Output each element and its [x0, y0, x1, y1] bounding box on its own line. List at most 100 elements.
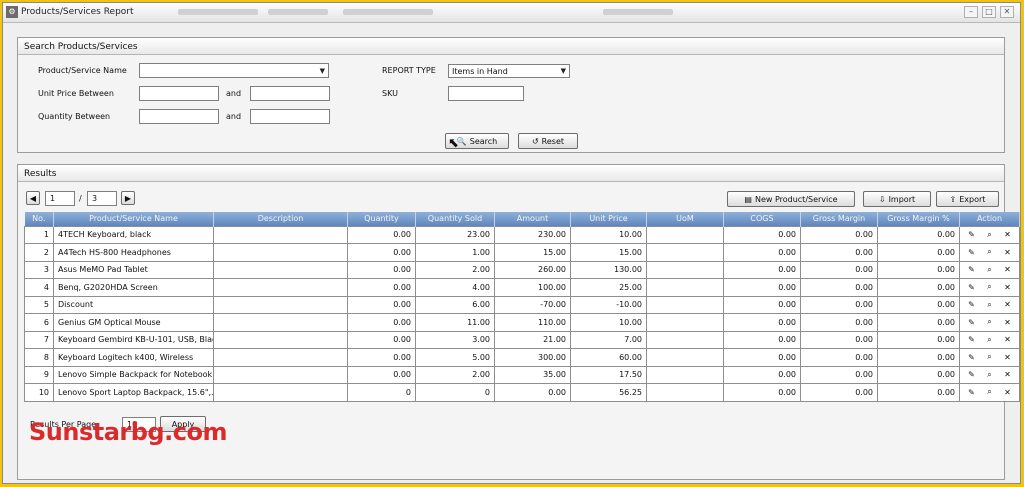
report-type-select[interactable]: Items in Hand ▼ — [448, 64, 570, 78]
cell-gross-margin: 0.00 — [800, 365, 878, 384]
delete-icon[interactable]: ✕ — [1004, 318, 1011, 327]
cell-amount: 21.00 — [494, 330, 571, 349]
cell-gross-margin-pct: 0.00 — [877, 365, 960, 384]
sku-input[interactable] — [448, 86, 524, 101]
minimize-icon[interactable]: – — [964, 6, 978, 18]
column-header[interactable]: Amount — [494, 212, 571, 226]
edit-icon[interactable]: ✎ — [968, 248, 975, 257]
table-row[interactable]: 3 Asus MeMO Pad Tablet 0.00 2.00 260.00 130.0… — [24, 260, 1020, 279]
cell-description — [213, 243, 348, 262]
title-bar-blur — [178, 9, 258, 15]
column-header[interactable]: Product/Service Name — [53, 212, 214, 226]
table-row[interactable]: 1 4TECH Keyboard, black 0.00 23.00 230.00 10.… — [24, 225, 1020, 244]
edit-icon[interactable]: ✎ — [968, 335, 975, 344]
table-row[interactable]: 5 Discount 0.00 6.00 -70.00 -10.00 0.00 0.00 0.0… — [24, 295, 1020, 314]
table-row[interactable]: 9 Lenovo Simple Backpack for Notebook ...… — [24, 365, 1020, 384]
delete-icon[interactable]: ✕ — [1004, 335, 1011, 344]
unit-price-to-input[interactable] — [250, 86, 330, 101]
quantity-to-input[interactable] — [250, 109, 330, 124]
column-header[interactable]: Quantity — [347, 212, 416, 226]
cell-cogs: 0.00 — [723, 348, 801, 367]
column-header[interactable]: Unit Price — [570, 212, 647, 226]
view-icon[interactable]: ⌕ — [987, 265, 991, 275]
table-row[interactable]: 10 Lenovo Sport Laptop Backpack, 15.6",..… — [24, 383, 1020, 402]
view-icon[interactable]: ⌕ — [987, 335, 991, 345]
edit-icon[interactable]: ✎ — [968, 370, 975, 379]
cell-description — [213, 348, 348, 367]
row-actions: ✎ ⌕ ✕ — [962, 247, 1017, 257]
view-icon[interactable]: ⌕ — [987, 370, 991, 380]
table-row[interactable]: 6 Genius GM Optical Mouse 0.00 11.00 110.00 1… — [24, 313, 1020, 332]
row-actions: ✎ ⌕ ✕ — [962, 317, 1017, 327]
view-icon[interactable]: ⌕ — [987, 282, 991, 292]
reset-button-label: Reset — [541, 136, 565, 146]
close-icon[interactable]: ✕ — [1000, 6, 1014, 18]
edit-icon[interactable]: ✎ — [968, 388, 975, 397]
cell-action: ✎ ⌕ ✕ — [959, 243, 1020, 262]
reset-button[interactable]: ↺ Reset — [518, 133, 578, 149]
delete-icon[interactable]: ✕ — [1004, 248, 1011, 257]
cell-quantity-sold: 5.00 — [415, 348, 495, 367]
cell-description — [213, 225, 348, 244]
column-header[interactable]: Quantity Sold — [415, 212, 495, 226]
delete-icon[interactable]: ✕ — [1004, 230, 1011, 239]
quantity-and-label: and — [226, 112, 242, 121]
cell-gross-margin: 0.00 — [800, 278, 878, 297]
cell-amount: -70.00 — [494, 295, 571, 314]
unit-price-label: Unit Price Between — [38, 89, 114, 98]
table-row[interactable]: 7 Keyboard Gembird KB-U-101, USB, Black 0.… — [24, 330, 1020, 349]
column-header[interactable]: UoM — [646, 212, 724, 226]
delete-icon[interactable]: ✕ — [1004, 300, 1011, 309]
delete-icon[interactable]: ✕ — [1004, 353, 1011, 362]
edit-icon[interactable]: ✎ — [968, 353, 975, 362]
delete-icon[interactable]: ✕ — [1004, 388, 1011, 397]
column-header[interactable]: Gross Margin — [800, 212, 878, 226]
cell-uom — [646, 295, 724, 314]
cell-gross-margin-pct: 0.00 — [877, 313, 960, 332]
edit-icon[interactable]: ✎ — [968, 265, 975, 274]
cell-gross-margin-pct: 0.00 — [877, 295, 960, 314]
cell-no: 3 — [24, 260, 54, 279]
edit-icon[interactable]: ✎ — [968, 283, 975, 292]
cell-description — [213, 260, 348, 279]
delete-icon[interactable]: ✕ — [1004, 283, 1011, 292]
cell-quantity: 0.00 — [347, 313, 416, 332]
delete-icon[interactable]: ✕ — [1004, 370, 1011, 379]
cell-cogs: 0.00 — [723, 313, 801, 332]
edit-icon[interactable]: ✎ — [968, 230, 975, 239]
new-product-button[interactable]: ▤ New Product/Service — [727, 191, 855, 207]
export-button[interactable]: ⇪ Export — [936, 191, 999, 207]
view-icon[interactable]: ⌕ — [987, 300, 991, 310]
arrow-right-icon: ▶ — [124, 193, 132, 203]
column-header[interactable]: No. — [24, 212, 54, 226]
delete-icon[interactable]: ✕ — [1004, 265, 1011, 274]
view-icon[interactable]: ⌕ — [987, 352, 991, 362]
prev-page-button[interactable]: ◀ — [26, 191, 40, 205]
table-row[interactable]: 2 A4Tech HS-800 Headphones 0.00 1.00 15.00 15… — [24, 243, 1020, 262]
cell-gross-margin: 0.00 — [800, 260, 878, 279]
search-button-label: Search — [469, 136, 498, 146]
edit-icon[interactable]: ✎ — [968, 300, 975, 309]
product-name-select[interactable]: ▼ — [139, 63, 329, 78]
view-icon[interactable]: ⌕ — [987, 247, 991, 257]
unit-price-from-input[interactable] — [139, 86, 219, 101]
import-button[interactable]: ⇩ Import — [863, 191, 931, 207]
column-header[interactable]: Description — [213, 212, 348, 226]
edit-icon[interactable]: ✎ — [968, 318, 975, 327]
column-header[interactable]: Gross Margin % — [877, 212, 960, 226]
view-icon[interactable]: ⌕ — [987, 387, 991, 397]
window-title: Products/Services Report — [21, 7, 134, 17]
cell-amount: 0.00 — [494, 383, 571, 402]
cell-action: ✎ ⌕ ✕ — [959, 365, 1020, 384]
current-page-input[interactable]: 1 — [45, 191, 75, 206]
view-icon[interactable]: ⌕ — [987, 230, 991, 240]
export-label: Export — [959, 194, 986, 204]
quantity-from-input[interactable] — [139, 109, 219, 124]
column-header[interactable]: COGS — [723, 212, 801, 226]
table-row[interactable]: 8 Keyboard Logitech k400, Wireless 0.00 5.0… — [24, 348, 1020, 367]
maximize-icon[interactable]: □ — [982, 6, 996, 18]
table-row[interactable]: 4 Benq, G2020HDA Screen 0.00 4.00 100.00 25.0… — [24, 278, 1020, 297]
next-page-button[interactable]: ▶ — [121, 191, 135, 205]
view-icon[interactable]: ⌕ — [987, 317, 991, 327]
cell-quantity-sold: 2.00 — [415, 260, 495, 279]
